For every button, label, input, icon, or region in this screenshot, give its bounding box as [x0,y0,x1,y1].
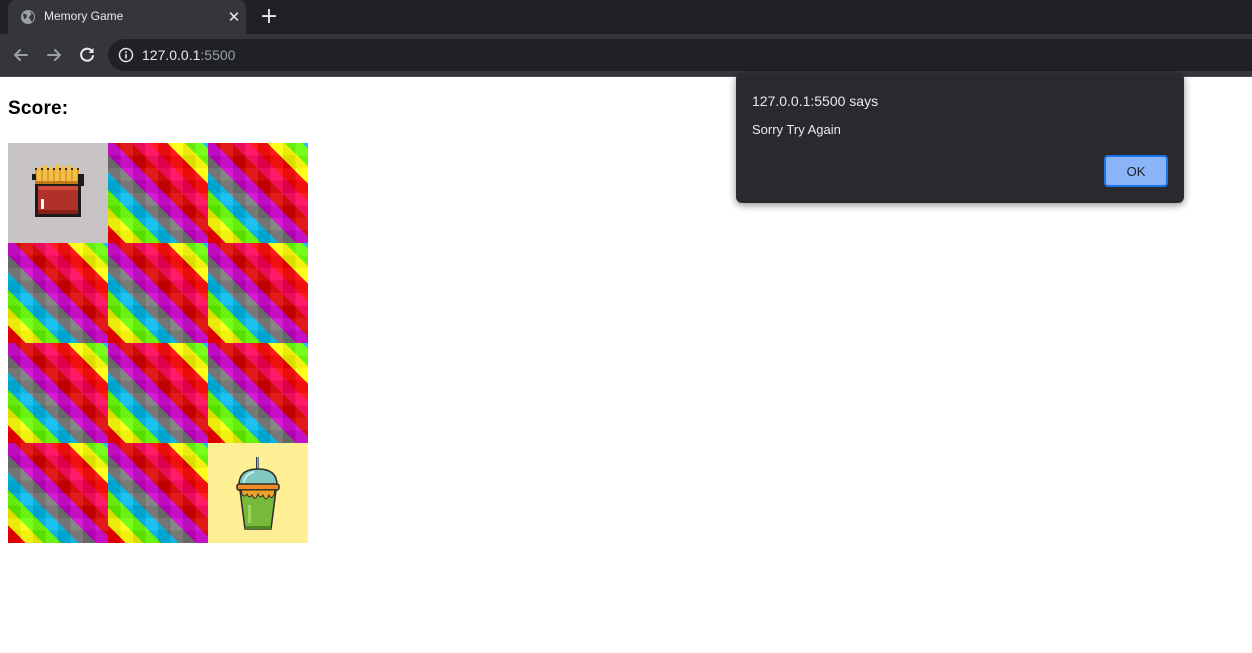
card-face-down[interactable] [208,243,308,343]
card-face-down[interactable] [108,143,208,243]
back-arrow-icon[interactable] [11,45,31,65]
url-host: 127.0.0.1 [142,47,201,63]
close-tab-icon[interactable]: ✕ [225,8,243,26]
card-face-down[interactable] [8,443,108,543]
address-bar[interactable]: 127.0.0.1:5500 [108,39,1252,71]
ok-button[interactable]: OK [1104,155,1168,187]
dialog-origin-text: 127.0.0.1:5500 says [752,93,879,109]
dialog-message: Sorry Try Again [752,122,841,137]
card-face-down[interactable] [8,243,108,343]
card-fries-face-up[interactable] [8,143,108,243]
card-face-down[interactable] [208,143,308,243]
drink-cup-icon [236,457,280,530]
browser-tab[interactable]: Memory Game ✕ [8,0,246,34]
info-icon[interactable] [118,47,134,63]
card-face-down[interactable] [108,343,208,443]
globe-icon [21,10,35,24]
alert-dialog: 127.0.0.1:5500 says Sorry Try Again OK [736,73,1184,203]
card-drink-face-up[interactable] [208,443,308,543]
url-text: 127.0.0.1:5500 [142,47,235,63]
reload-icon[interactable] [77,45,97,65]
score-label: Score: [8,98,69,119]
url-port: :5500 [200,47,236,63]
new-tab-button[interactable]: + [258,6,280,28]
card-face-down[interactable] [108,243,208,343]
memory-board [8,143,308,543]
tab-strip: Memory Game ✕ + [0,0,1252,34]
tab-title: Memory Game [44,9,124,23]
fries-icon [32,164,84,217]
card-face-down[interactable] [108,443,208,543]
card-face-down[interactable] [8,343,108,443]
forward-arrow-icon[interactable] [44,45,64,65]
card-face-down[interactable] [208,343,308,443]
browser-toolbar: 127.0.0.1:5500 [0,34,1252,77]
